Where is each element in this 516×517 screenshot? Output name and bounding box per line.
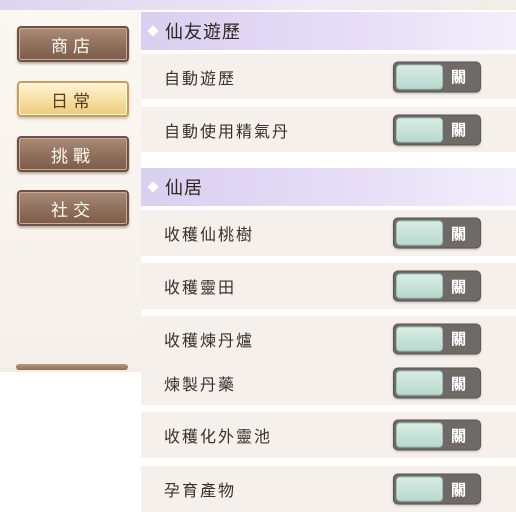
setting-row-auto-travel: 自動遊歷 關 [141,54,516,99]
nav-tab-challenge[interactable]: 挑戰 [17,136,129,172]
setting-row-breed-products: 孕育產物 關 [141,466,516,512]
nav-tab-social[interactable]: 社交 [17,190,129,226]
toggle-state-label: 關 [450,277,466,296]
nav-tab-daily[interactable]: 日常 [17,81,129,117]
sidebar-divider [16,364,128,370]
harvest-furnace-toggle[interactable]: 關 [393,323,481,354]
toggle-knob [396,422,443,448]
toggle-state-label: 關 [450,374,466,393]
toggle-knob [396,64,443,89]
refine-pills-toggle[interactable]: 關 [393,367,481,399]
toggle-state-label: 關 [450,224,466,243]
harvest-spirit-field-toggle[interactable]: 關 [393,270,481,302]
harvest-spirit-pool-toggle[interactable]: 關 [393,419,481,451]
setting-label: 自動使用精氣丹 [164,121,291,141]
toggle-knob [396,326,443,351]
setting-label: 收穫化外靈池 [164,427,273,446]
toggle-state-label: 關 [450,426,466,445]
sidebar [0,10,141,368]
diamond-bullet-icon [147,181,159,193]
section-title: 仙友遊歷 [165,22,241,43]
harvest-peach-tree-toggle[interactable]: 關 [393,217,481,249]
setting-row-refine-pills: 煉製丹藥 關 [141,361,516,405]
auto-use-pill-toggle[interactable]: 關 [393,114,481,145]
setting-row-harvest-spirit-pool: 收穫化外靈池 關 [141,412,516,458]
diamond-bullet-icon [147,25,159,37]
breed-products-toggle[interactable]: 關 [393,473,481,505]
setting-row-harvest-peach-tree: 收穫仙桃樹 關 [141,210,516,256]
setting-label: 收穫仙桃樹 [164,225,255,244]
setting-row-harvest-spirit-field: 收穫靈田 關 [141,263,516,309]
toggle-knob [396,220,443,246]
auto-travel-toggle[interactable]: 關 [393,61,481,92]
toggle-state-label: 關 [450,330,466,348]
setting-label: 收穫靈田 [164,278,237,297]
setting-label: 煉製丹藥 [164,375,237,394]
toggle-knob [396,476,443,502]
toggle-knob [396,370,443,396]
setting-row-harvest-furnace: 收穫煉丹爐 關 [141,316,516,361]
top-strip [0,0,516,10]
sidebar-empty-area [0,372,141,517]
setting-label: 孕育產物 [164,481,237,500]
nav-tab-shop[interactable]: 商店 [17,26,129,62]
section-header-residence: 仙居 [141,168,516,206]
toggle-knob [396,273,443,299]
toggle-knob [396,117,443,142]
section-title: 仙居 [165,178,203,199]
toggle-state-label: 關 [450,121,466,139]
setting-row-auto-use-pill: 自動使用精氣丹 關 [141,107,516,152]
toggle-state-label: 關 [450,68,466,86]
setting-label: 收穫煉丹爐 [164,330,255,350]
toggle-state-label: 關 [450,480,466,499]
setting-label: 自動遊歷 [164,68,237,88]
section-header-friend-travel: 仙友遊歷 [141,12,516,50]
